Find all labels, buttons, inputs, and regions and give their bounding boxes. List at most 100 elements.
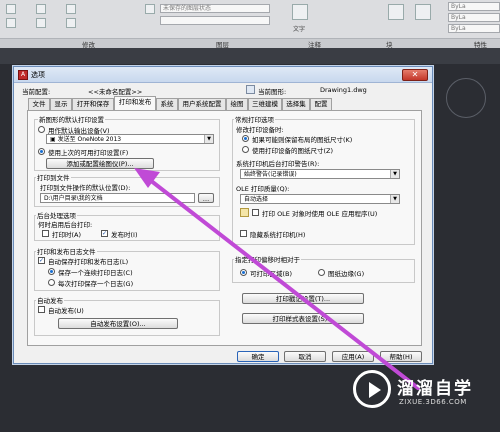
hide-printers-checkbox[interactable] [240, 230, 247, 237]
insert-block-icon[interactable] [388, 4, 404, 20]
printer-icon: ▣ [50, 136, 58, 143]
current-drawing-value: Drawing1.dwg [320, 86, 367, 94]
current-profile-label: 当前配置: [22, 88, 51, 96]
document-tab-strip [0, 48, 500, 64]
lineweight-combo[interactable]: ByLa [448, 24, 500, 33]
ole-quality-label: OLE 打印质量(Q): [236, 185, 290, 193]
general-options-group-label: 常规打印选项 [234, 114, 275, 124]
use-device-paper-radio[interactable] [242, 146, 249, 153]
match-properties-icon[interactable] [415, 4, 431, 20]
tab-profiles[interactable]: 配置 [310, 98, 332, 110]
autopublish-group-label: 自动发布 [36, 295, 64, 305]
dialog-title: 选项 [31, 71, 45, 79]
ole-quality-combo[interactable]: 自动选择 ▼ [240, 194, 400, 204]
plot-style-settings-button[interactable]: 打印样式表设置(S)... [242, 313, 364, 324]
spooler-alert-value: 始终警告(记录错误) [244, 171, 297, 178]
layer-state-combo[interactable]: 未保存的图层状态 [160, 4, 270, 13]
plot-stamp-settings-button[interactable]: 打印戳记设置(T)... [242, 293, 364, 304]
tab-user-preferences[interactable]: 用户系统配置 [178, 98, 226, 110]
options-dialog: A 选项 ✕ 当前配置: <<未命名配置>> 当前图形: Drawing1.dw… [13, 66, 433, 364]
paper-edge-label: 图纸边缘(G) [328, 270, 365, 278]
dialog-titlebar[interactable]: A 选项 ✕ [14, 67, 432, 83]
paper-size-label: 修改打印设备时: [236, 126, 284, 134]
watermark-url: ZIXUE.3D66.COM [399, 398, 467, 406]
ole-app-label: 打印 OLE 对象时使用 OLE 应用程序(U) [262, 210, 378, 218]
last-used-radio[interactable] [38, 148, 45, 155]
browse-button[interactable]: … [198, 193, 214, 203]
watermark-name: 溜溜自学 [397, 379, 473, 399]
tab-files[interactable]: 文件 [28, 98, 50, 110]
chevron-down-icon: ▼ [390, 195, 399, 203]
fillet-icon[interactable] [66, 18, 76, 28]
per-plot-log-radio[interactable] [48, 279, 55, 286]
tab-drafting[interactable]: 绘图 [226, 98, 248, 110]
autopublish-checkbox[interactable] [38, 306, 45, 313]
drawing-file-icon [246, 85, 255, 94]
autopublish-settings-button[interactable]: 自动发布设置(O)... [58, 318, 178, 329]
current-drawing-label: 当前图形: [258, 88, 287, 96]
layer-properties-icon[interactable] [145, 4, 155, 14]
default-device-value: 发送至 OneNote 2013 [57, 136, 122, 143]
printable-area-label: 可打印区域(B) [250, 270, 293, 278]
default-device-radio[interactable] [38, 126, 45, 133]
per-plot-log-label: 每次打印保存一个日志(G) [58, 280, 134, 288]
layer-combo[interactable] [160, 16, 270, 25]
plot-to-file-group-label: 打印到文件 [36, 172, 71, 182]
paper-edge-radio[interactable] [318, 269, 325, 276]
ole-info-icon [240, 208, 249, 217]
copy-icon[interactable] [6, 18, 16, 28]
auto-save-log-checkbox[interactable]: ✓ [38, 257, 45, 264]
watermark-logo-icon [353, 370, 391, 408]
last-used-label: 使用上次的可用打印设置(F) [48, 149, 129, 157]
background-when-label: 何时启用后台打印: [38, 221, 93, 229]
chevron-down-icon: ▼ [390, 170, 399, 178]
plot-publish-panel: 新图形的默认打印设置 用作默认输出设备(V) ▣ 发送至 OneNote 201… [27, 110, 422, 346]
publishing-label: 发布时(I) [111, 231, 138, 239]
viewcube[interactable] [446, 78, 486, 118]
tab-plot-publish[interactable]: 打印和发布 [114, 96, 156, 110]
tab-selection[interactable]: 选择集 [282, 98, 310, 110]
publishing-checkbox[interactable]: ✓ [101, 230, 108, 237]
auto-save-log-label: 自动保存打印和发布日志(L) [48, 258, 129, 266]
trim-icon[interactable] [66, 4, 76, 14]
keep-paper-label: 如果可能则保留布局的图纸尺寸(K) [252, 136, 353, 144]
plotting-checkbox[interactable] [42, 230, 49, 237]
hide-printers-label: 隐藏系统打印机(H) [250, 231, 306, 239]
tab-display[interactable]: 显示 [50, 98, 72, 110]
move-icon[interactable] [6, 4, 16, 14]
use-device-paper-label: 使用打印设备的图纸尺寸(Z) [252, 147, 334, 155]
continuous-log-radio[interactable] [48, 268, 55, 275]
keep-paper-radio[interactable] [242, 135, 249, 142]
linetype-combo[interactable]: ByLa [448, 13, 500, 22]
color-combo[interactable]: ByLa [448, 2, 500, 11]
plot-offset-group-label: 指定打印偏移时相对于 [234, 254, 301, 264]
mirror-icon[interactable] [36, 18, 46, 28]
spooler-alert-combo[interactable]: 始终警告(记录错误) ▼ [240, 169, 400, 179]
ole-app-checkbox[interactable] [252, 209, 259, 216]
cancel-button[interactable]: 取消 [284, 351, 326, 362]
help-button[interactable]: 帮助(H) [380, 351, 422, 362]
autocad-icon: A [18, 70, 28, 80]
apply-button[interactable]: 应用(A) [332, 351, 374, 362]
watermark: 溜溜自学 ZIXUE.3D66.COM [353, 368, 473, 416]
log-group-label: 打印和发布日志文件 [36, 246, 97, 256]
current-profile-value: <<未命名配置>> [88, 88, 143, 96]
tab-3d-modeling[interactable]: 三维建模 [248, 98, 282, 110]
text-icon[interactable] [292, 4, 308, 20]
autopublish-label: 自动发布(U) [48, 307, 84, 315]
close-button[interactable]: ✕ [402, 69, 428, 81]
continuous-log-label: 保存一个连续打印日志(C) [58, 269, 133, 277]
tab-system[interactable]: 系统 [156, 98, 178, 110]
plot-to-file-location-label: 打印到文件操作的默认位置(D): [40, 184, 131, 192]
ole-quality-value: 自动选择 [244, 196, 269, 203]
rotate-icon[interactable] [36, 4, 46, 14]
chevron-down-icon: ▼ [204, 135, 213, 143]
plotting-label: 打印时(A) [52, 231, 82, 239]
ok-button[interactable]: 确定 [237, 351, 279, 362]
tab-open-save[interactable]: 打开和保存 [72, 98, 114, 110]
add-plotter-button[interactable]: 添加或配置绘图仪(P)... [46, 158, 154, 169]
plot-to-file-location-field[interactable]: D:\用户目录\我的文档 [40, 193, 195, 203]
default-output-group-label: 新图形的默认打印设置 [38, 114, 105, 124]
printable-area-radio[interactable] [240, 269, 247, 276]
default-device-combo[interactable]: ▣ 发送至 OneNote 2013 ▼ [46, 134, 214, 144]
